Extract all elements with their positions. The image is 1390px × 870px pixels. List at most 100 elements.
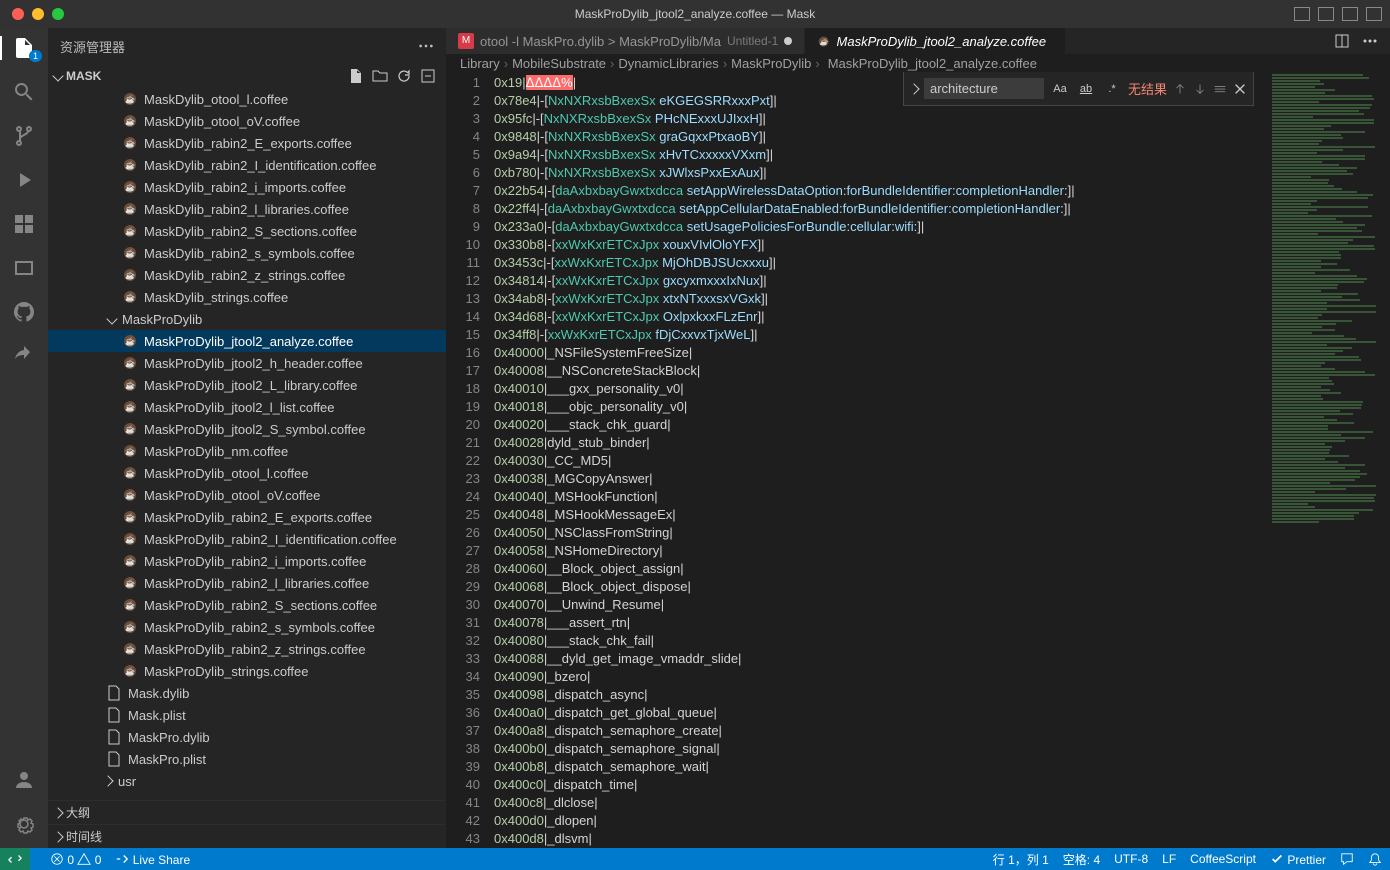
extensions-tab[interactable] bbox=[0, 212, 48, 236]
refresh-icon[interactable] bbox=[396, 68, 412, 84]
bell-icon[interactable] bbox=[1368, 852, 1382, 866]
match-case-icon[interactable]: Aa bbox=[1050, 79, 1070, 99]
github-tab[interactable] bbox=[0, 300, 48, 324]
item-label: MaskDylib_rabin2_S_sections.coffee bbox=[144, 224, 357, 239]
next-match-icon[interactable] bbox=[1193, 82, 1207, 96]
tab[interactable]: ☕MaskProDylib_jtool2_analyze.coffee bbox=[805, 28, 1066, 54]
svg-text:☕: ☕ bbox=[125, 160, 135, 170]
find-widget: Aa ab .* 无结果 bbox=[903, 72, 1254, 106]
close-icon[interactable] bbox=[1052, 34, 1053, 48]
selection-icon[interactable] bbox=[1213, 82, 1227, 96]
file-item[interactable]: ☕MaskProDylib_rabin2_E_exports.coffee bbox=[48, 506, 446, 528]
remote-button[interactable] bbox=[0, 848, 30, 870]
crumb[interactable]: MobileSubstrate bbox=[512, 56, 606, 71]
file-item[interactable]: ☕MaskProDylib_jtool2_S_symbol.coffee bbox=[48, 418, 446, 440]
cursor-pos[interactable]: 行 1，列 1 bbox=[993, 851, 1049, 868]
accounts-tab[interactable] bbox=[0, 768, 48, 792]
tab[interactable]: Motool -l MaskPro.dylib > MaskProDylib/M… bbox=[446, 28, 805, 54]
file-item[interactable]: ☕MaskDylib_strings.coffee bbox=[48, 286, 446, 308]
file-item[interactable]: ☕MaskDylib_otool_oV.coffee bbox=[48, 110, 446, 132]
split-icon[interactable] bbox=[1334, 33, 1350, 49]
timeline-section[interactable]: 时间线 bbox=[48, 824, 446, 848]
regex-icon[interactable]: .* bbox=[1102, 79, 1122, 99]
gutter: 1234567891011121314151617181920212223242… bbox=[446, 72, 494, 848]
debug-tab[interactable] bbox=[0, 168, 48, 192]
search-tab[interactable] bbox=[0, 80, 48, 104]
folder-item[interactable]: MaskProDylib bbox=[48, 308, 446, 330]
svg-text:☕: ☕ bbox=[125, 248, 135, 258]
whole-word-icon[interactable]: ab bbox=[1076, 79, 1096, 99]
feedback-icon[interactable] bbox=[1340, 852, 1354, 866]
project-root[interactable]: MASK bbox=[48, 64, 446, 88]
share-tab[interactable] bbox=[0, 344, 48, 368]
file-item[interactable]: ☕MaskDylib_rabin2_s_symbols.coffee bbox=[48, 242, 446, 264]
file-item[interactable]: ☕MaskDylib_rabin2_l_libraries.coffee bbox=[48, 198, 446, 220]
file-item[interactable]: ☕MaskDylib_otool_l.coffee bbox=[48, 88, 446, 110]
crumb[interactable]: DynamicLibraries bbox=[618, 56, 718, 71]
indent[interactable]: 空格: 4 bbox=[1063, 851, 1100, 868]
code[interactable]: 0x19|ᐃᐃᐃᐃ%| 0x78e4|-[NxNXRxsbBxexSx eKGE… bbox=[494, 72, 1390, 848]
close-window[interactable] bbox=[12, 8, 24, 20]
file-item[interactable]: ☕MaskProDylib_otool_l.coffee bbox=[48, 462, 446, 484]
more-icon[interactable] bbox=[418, 38, 434, 54]
close-icon[interactable] bbox=[1233, 82, 1247, 96]
prev-match-icon[interactable] bbox=[1173, 82, 1187, 96]
breadcrumbs[interactable]: Library›MobileSubstrate›DynamicLibraries… bbox=[446, 54, 1390, 72]
svg-text:☕: ☕ bbox=[125, 512, 135, 522]
minimap[interactable] bbox=[1270, 72, 1390, 848]
crumb[interactable]: MaskProDylib bbox=[731, 56, 811, 71]
language[interactable]: CoffeeScript bbox=[1190, 852, 1256, 866]
file-item[interactable]: ☕MaskProDylib_nm.coffee bbox=[48, 440, 446, 462]
new-folder-icon[interactable] bbox=[372, 68, 388, 84]
file-item[interactable]: ☕MaskDylib_rabin2_i_imports.coffee bbox=[48, 176, 446, 198]
encoding[interactable]: UTF-8 bbox=[1114, 852, 1148, 866]
file-item[interactable]: ☕MaskProDylib_rabin2_S_sections.coffee bbox=[48, 594, 446, 616]
file-item[interactable]: Mask.dylib bbox=[48, 682, 446, 704]
file-item[interactable]: ☕MaskProDylib_rabin2_s_symbols.coffee bbox=[48, 616, 446, 638]
file-item[interactable]: ☕MaskDylib_rabin2_S_sections.coffee bbox=[48, 220, 446, 242]
item-label: MaskProDylib_jtool2_l_list.coffee bbox=[144, 400, 335, 415]
file-item[interactable]: ☕MaskProDylib_rabin2_z_strings.coffee bbox=[48, 638, 446, 660]
item-label: MaskDylib_otool_l.coffee bbox=[144, 92, 288, 107]
outline-section[interactable]: 大纲 bbox=[48, 800, 446, 824]
file-item[interactable]: MaskPro.dylib bbox=[48, 726, 446, 748]
remote-tab[interactable] bbox=[0, 256, 48, 280]
file-item[interactable]: ☕MaskProDylib_rabin2_i_imports.coffee bbox=[48, 550, 446, 572]
file-item[interactable]: ☕MaskDylib_rabin2_I_identification.coffe… bbox=[48, 154, 446, 176]
file-item[interactable]: Mask.plist bbox=[48, 704, 446, 726]
file-item[interactable]: ☕MaskDylib_rabin2_z_strings.coffee bbox=[48, 264, 446, 286]
scm-tab[interactable] bbox=[0, 124, 48, 148]
eol[interactable]: LF bbox=[1162, 852, 1176, 866]
collapse-icon[interactable] bbox=[420, 68, 436, 84]
crumb[interactable]: Library bbox=[460, 56, 500, 71]
layout-icon[interactable] bbox=[1318, 7, 1334, 21]
file-item[interactable]: ☕MaskProDylib_jtool2_l_list.coffee bbox=[48, 396, 446, 418]
minimize-window[interactable] bbox=[32, 8, 44, 20]
layout-icon[interactable] bbox=[1342, 7, 1358, 21]
file-item[interactable]: ☕MaskProDylib_jtool2_L_library.coffee bbox=[48, 374, 446, 396]
maximize-window[interactable] bbox=[52, 8, 64, 20]
chevron-right-icon[interactable] bbox=[908, 83, 919, 94]
file-item[interactable]: ☕MaskProDylib_strings.coffee bbox=[48, 660, 446, 682]
more-icon[interactable] bbox=[1362, 33, 1378, 49]
layout-icon[interactable] bbox=[1294, 7, 1310, 21]
prettier[interactable]: Prettier bbox=[1270, 852, 1326, 867]
file-item[interactable]: ☕MaskProDylib_rabin2_l_libraries.coffee bbox=[48, 572, 446, 594]
file-item[interactable]: MaskPro.plist bbox=[48, 748, 446, 770]
file-item[interactable]: ☕MaskDylib_rabin2_E_exports.coffee bbox=[48, 132, 446, 154]
file-item[interactable]: ☕MaskProDylib_otool_oV.coffee bbox=[48, 484, 446, 506]
folder-item[interactable]: usr bbox=[48, 770, 446, 792]
problems[interactable]: 0 0 bbox=[50, 852, 101, 867]
liveshare[interactable]: Live Share bbox=[115, 852, 190, 867]
titlebar: MaskProDylib_jtool2_analyze.coffee — Mas… bbox=[0, 0, 1390, 28]
crumb[interactable]: MaskProDylib_jtool2_analyze.coffee bbox=[828, 56, 1037, 71]
file-item[interactable]: ☕MaskProDylib_rabin2_I_identification.co… bbox=[48, 528, 446, 550]
find-input[interactable] bbox=[924, 78, 1044, 99]
layout-icon[interactable] bbox=[1366, 7, 1382, 21]
explorer-tab[interactable]: 1 bbox=[0, 36, 48, 60]
new-file-icon[interactable] bbox=[348, 68, 364, 84]
file-item[interactable]: ☕MaskProDylib_jtool2_h_header.coffee bbox=[48, 352, 446, 374]
settings-tab[interactable] bbox=[0, 812, 48, 836]
editor[interactable]: 1234567891011121314151617181920212223242… bbox=[446, 72, 1390, 848]
file-item[interactable]: ☕MaskProDylib_jtool2_analyze.coffee bbox=[48, 330, 446, 352]
